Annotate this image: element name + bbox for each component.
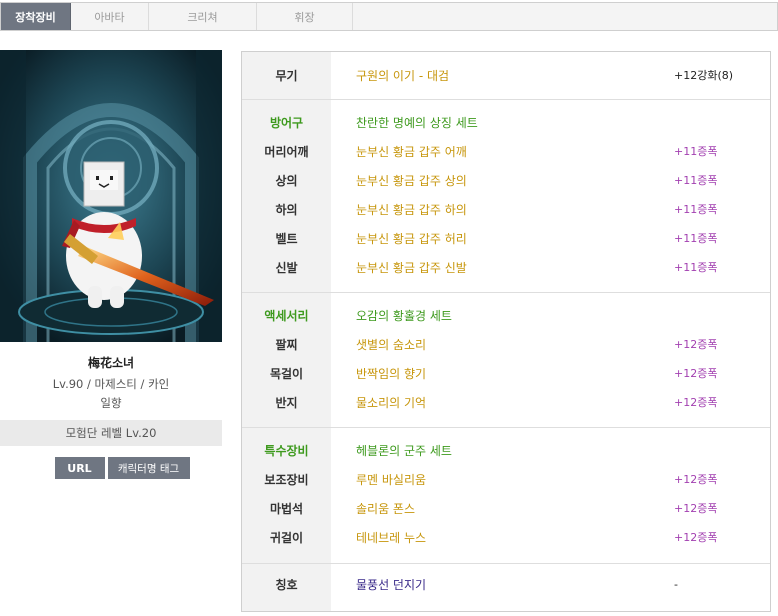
character-panel: 梅花소녀 Lv.90 / 마제스티 / 카인 일향 모험단 레벨 Lv.20 U… — [0, 50, 222, 479]
slot-label: 벨트 — [275, 231, 298, 246]
enhance-value: +12증폭 — [674, 396, 718, 409]
slot-label: 반지 — [275, 395, 298, 410]
character-guild: 일향 — [100, 396, 122, 410]
item-name[interactable]: 물풍선 던지기 — [356, 576, 426, 593]
equip-row-belt[interactable]: 벨트 눈부신 황금 갑주 허리 +11증폭 — [242, 228, 770, 248]
armor-set-row: 방어구 찬란한 명예의 상징 세트 — [242, 112, 770, 132]
tab-emblem[interactable]: 휘장 — [257, 3, 353, 30]
group-label: 액세서리 — [264, 308, 309, 323]
enhance-value: +11증폭 — [674, 174, 718, 187]
adventure-party-level: 모험단 레벨 Lv.20 — [0, 420, 222, 446]
enhance-value: +12증폭 — [674, 473, 718, 486]
item-name[interactable]: 물소리의 기억 — [356, 394, 426, 411]
equip-row-weapon[interactable]: 무기 구원의 이기 - 대검 +12강화(8) — [242, 65, 770, 85]
item-name[interactable]: 눈부신 황금 갑주 하의 — [356, 201, 467, 218]
set-name[interactable]: 오감의 황홀경 세트 — [356, 307, 452, 324]
slot-label: 목걸이 — [269, 366, 304, 381]
group-label: 방어구 — [269, 115, 304, 130]
special-set-row: 특수장비 헤블론의 군주 세트 — [242, 440, 770, 460]
accessory-set-row: 액세서리 오감의 황홀경 세트 — [242, 305, 770, 325]
equip-row-subweapon[interactable]: 보조장비 루멘 바실리움 +12증폭 — [242, 469, 770, 489]
item-name[interactable]: 루멘 바실리움 — [356, 471, 426, 488]
equip-row-shoulder[interactable]: 머리어깨 눈부신 황금 갑주 어깨 +11증폭 — [242, 141, 770, 161]
equipment-table: 무기 구원의 이기 - 대검 +12강화(8) 방어구 찬란한 명예의 상징 세… — [241, 51, 771, 612]
enhance-value: +12증폭 — [674, 338, 718, 351]
enhance-value: +11증폭 — [674, 261, 718, 274]
equip-row-necklace[interactable]: 목걸이 반짝임의 향기 +12증폭 — [242, 363, 770, 383]
item-name[interactable]: 테네브레 누스 — [356, 529, 426, 546]
character-info: Lv.90 / 마제스티 / 카인 — [52, 377, 170, 391]
equip-row-shoes[interactable]: 신발 눈부신 황금 갑주 신발 +11증폭 — [242, 257, 770, 277]
slot-label: 귀걸이 — [269, 530, 304, 545]
url-button[interactable]: URL — [54, 457, 105, 479]
slot-label: 팔찌 — [275, 337, 298, 352]
enhance-value: +11증폭 — [674, 203, 718, 216]
slot-label: 머리어깨 — [264, 144, 309, 159]
equip-row-title[interactable]: 칭호 물풍선 던지기 - — [242, 574, 770, 594]
group-label: 특수장비 — [264, 443, 309, 458]
slot-label: 상의 — [275, 173, 298, 188]
set-name[interactable]: 헤블론의 군주 세트 — [356, 442, 452, 459]
item-name[interactable]: 반짝임의 향기 — [356, 365, 426, 382]
slot-label: 무기 — [275, 68, 298, 83]
item-name[interactable]: 구원의 이기 - 대검 — [356, 67, 449, 84]
slot-label: 마법석 — [269, 501, 304, 516]
item-name[interactable]: 눈부신 황금 갑주 어깨 — [356, 143, 467, 160]
enhance-value: +11증폭 — [674, 232, 718, 245]
slot-label: 보조장비 — [264, 472, 309, 487]
equip-row-bottom[interactable]: 하의 눈부신 황금 갑주 하의 +11증폭 — [242, 199, 770, 219]
enhance-value: +12증폭 — [674, 531, 718, 544]
enhance-value: - — [674, 577, 678, 591]
equip-row-earring[interactable]: 귀걸이 테네브레 누스 +12증폭 — [242, 527, 770, 547]
enhance-value: +11증폭 — [674, 145, 718, 158]
character-portrait — [0, 50, 222, 342]
enhance-value: +12강화(8) — [674, 69, 734, 82]
equipment-tabs: 장착장비 아바타 크리쳐 휘장 — [0, 2, 778, 31]
enhance-value: +12증폭 — [674, 367, 718, 380]
slot-label: 신발 — [275, 260, 298, 275]
tab-avatar[interactable]: 아바타 — [71, 3, 149, 30]
slot-label: 하의 — [275, 202, 298, 217]
item-name[interactable]: 샛별의 숨소리 — [356, 336, 426, 353]
character-actions: URL 캐릭터명 태그 — [22, 457, 222, 479]
item-name[interactable]: 눈부신 황금 갑주 신발 — [356, 259, 467, 276]
equip-row-top[interactable]: 상의 눈부신 황금 갑주 상의 +11증폭 — [242, 170, 770, 190]
enhance-value: +12증폭 — [674, 502, 718, 515]
slot-label: 칭호 — [275, 577, 298, 592]
item-name[interactable]: 솔리움 폰스 — [356, 500, 415, 517]
equip-row-magic-stone[interactable]: 마법석 솔리움 폰스 +12증폭 — [242, 498, 770, 518]
character-name-tag-button[interactable]: 캐릭터명 태그 — [107, 457, 190, 479]
tab-equipment[interactable]: 장착장비 — [1, 3, 71, 30]
set-name[interactable]: 찬란한 명예의 상징 세트 — [356, 114, 478, 131]
equip-row-bracelet[interactable]: 팔찌 샛별의 숨소리 +12증폭 — [242, 334, 770, 354]
equip-row-ring[interactable]: 반지 물소리의 기억 +12증폭 — [242, 392, 770, 412]
item-name[interactable]: 눈부신 황금 갑주 허리 — [356, 230, 467, 247]
character-name: 梅花소녀 — [87, 356, 135, 370]
tab-creature[interactable]: 크리쳐 — [149, 3, 257, 30]
item-name[interactable]: 눈부신 황금 갑주 상의 — [356, 172, 467, 189]
